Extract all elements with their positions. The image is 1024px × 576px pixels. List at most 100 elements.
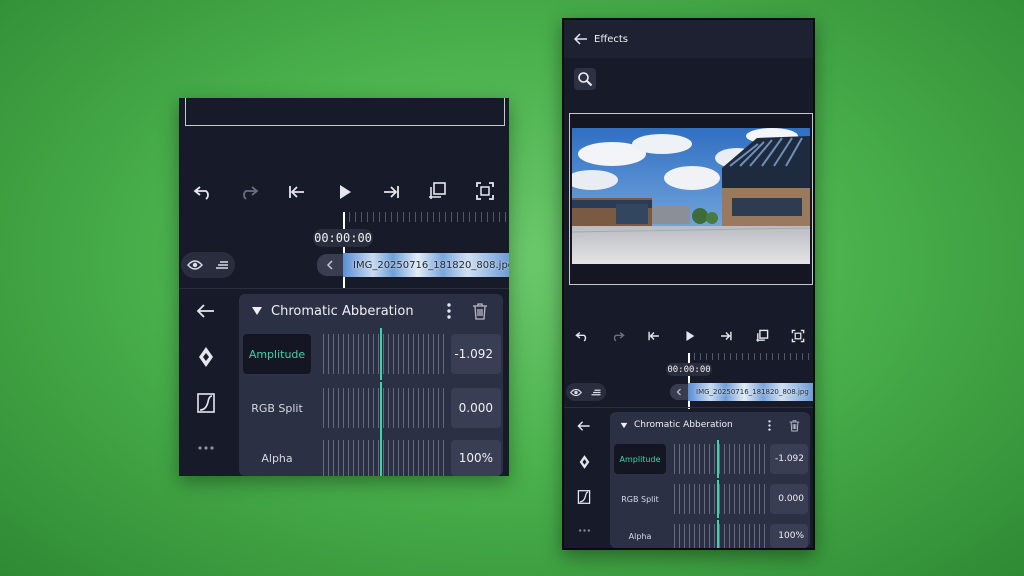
back-button[interactable] bbox=[572, 416, 596, 436]
skip-to-start-button[interactable] bbox=[283, 180, 311, 204]
param-slider-amplitude[interactable] bbox=[323, 334, 445, 374]
divider bbox=[179, 288, 509, 289]
header-back-button[interactable] bbox=[568, 20, 594, 58]
arrow-left-icon bbox=[196, 304, 214, 318]
effect-menu-button[interactable] bbox=[764, 418, 774, 432]
layers-icon bbox=[215, 261, 228, 269]
keyframe-button[interactable] bbox=[193, 344, 219, 370]
timecode-display: 00:00:00 bbox=[313, 229, 373, 247]
editor-screen-full: Effects 00:00:00 IMG_20250716_181820_808… bbox=[562, 18, 815, 550]
param-slider-alpha[interactable] bbox=[674, 524, 766, 548]
skip-start-icon bbox=[289, 186, 304, 198]
delete-effect-button[interactable] bbox=[469, 300, 491, 322]
collapse-triangle-icon bbox=[252, 307, 262, 315]
add-keyframe-button[interactable] bbox=[750, 325, 774, 347]
keyframe-copy-icon bbox=[429, 182, 446, 199]
editor-screen-zoomed: 00:00:00 IMG_20250716_181820_808.jpg Chr… bbox=[179, 98, 509, 476]
param-slider-marker bbox=[717, 480, 719, 518]
param-value-amplitude[interactable]: -1.092 bbox=[451, 334, 501, 374]
track-visibility-toggle[interactable] bbox=[181, 252, 235, 278]
video-preview[interactable] bbox=[569, 113, 813, 285]
fullscreen-button[interactable] bbox=[471, 178, 499, 204]
clip-collapse-button[interactable] bbox=[317, 254, 343, 276]
effects-header: Effects bbox=[564, 20, 813, 58]
skip-end-icon bbox=[384, 186, 399, 198]
timeline-ruler[interactable] bbox=[688, 353, 813, 360]
fullscreen-icon bbox=[791, 329, 805, 343]
trash-icon bbox=[789, 419, 799, 431]
param-slider-marker bbox=[380, 382, 382, 434]
play-button[interactable] bbox=[331, 180, 359, 204]
trash-icon bbox=[473, 303, 487, 320]
preview-image bbox=[572, 128, 810, 264]
param-label-amplitude[interactable]: Amplitude bbox=[243, 334, 311, 374]
undo-button[interactable] bbox=[570, 326, 594, 346]
param-slider-amplitude[interactable] bbox=[674, 444, 766, 474]
chevron-left-icon bbox=[326, 260, 333, 270]
more-options-button[interactable] bbox=[193, 438, 219, 458]
arrow-left-icon bbox=[577, 421, 590, 431]
undo-button[interactable] bbox=[189, 180, 217, 204]
chevron-left-icon bbox=[676, 388, 681, 396]
timeline-ruler[interactable] bbox=[343, 212, 509, 222]
keyframe-copy-icon bbox=[756, 329, 769, 342]
redo-button[interactable] bbox=[235, 180, 263, 204]
skip-end-icon bbox=[721, 331, 732, 341]
param-value-amplitude[interactable]: -1.092 bbox=[770, 444, 808, 474]
redo-icon bbox=[613, 331, 625, 342]
keyframe-button[interactable] bbox=[574, 452, 594, 472]
play-icon bbox=[686, 331, 695, 341]
param-label-rgb-split[interactable]: RGB Split bbox=[614, 484, 666, 514]
skip-to-end-button[interactable] bbox=[714, 326, 738, 346]
building-photo bbox=[572, 128, 810, 264]
play-icon bbox=[340, 185, 351, 199]
undo-icon bbox=[575, 331, 587, 342]
param-slider-rgb-split[interactable] bbox=[674, 484, 766, 514]
skip-to-end-button[interactable] bbox=[377, 180, 405, 204]
more-dots-icon bbox=[198, 446, 214, 450]
param-value-rgb-split[interactable]: 0.000 bbox=[451, 388, 501, 428]
undo-icon bbox=[193, 186, 209, 200]
redo-icon bbox=[243, 186, 259, 200]
effect-title: Chromatic Abberation bbox=[271, 303, 414, 319]
curve-icon bbox=[577, 490, 591, 504]
timeline-clip[interactable]: IMG_20250716_181820_808.jpg bbox=[343, 253, 509, 277]
more-options-button[interactable] bbox=[574, 524, 594, 536]
curve-button[interactable] bbox=[574, 487, 594, 507]
effect-menu-button[interactable] bbox=[441, 300, 457, 322]
fullscreen-button[interactable] bbox=[786, 325, 810, 347]
skip-start-icon bbox=[648, 331, 659, 341]
more-dots-icon bbox=[578, 528, 590, 532]
eye-icon bbox=[570, 388, 582, 396]
effect-title: Chromatic Abberation bbox=[634, 420, 733, 430]
param-slider-alpha[interactable] bbox=[323, 440, 445, 476]
param-label-rgb-split[interactable]: RGB Split bbox=[243, 388, 311, 428]
back-button[interactable] bbox=[191, 298, 221, 324]
param-label-alpha[interactable]: Alpha bbox=[614, 524, 666, 548]
arrow-left-icon bbox=[574, 33, 587, 45]
param-label-amplitude[interactable]: Amplitude bbox=[614, 444, 666, 474]
track-visibility-toggle[interactable] bbox=[566, 383, 606, 401]
zoom-button[interactable] bbox=[574, 68, 596, 90]
layers-icon bbox=[591, 389, 601, 395]
param-value-alpha[interactable]: 100% bbox=[770, 524, 808, 548]
add-keyframe-button[interactable] bbox=[423, 178, 451, 204]
curve-button[interactable] bbox=[193, 390, 219, 416]
param-slider-marker bbox=[717, 440, 719, 478]
delete-effect-button[interactable] bbox=[786, 417, 802, 433]
timeline-clip[interactable]: IMG_20250716_181820_808.jpg bbox=[688, 383, 813, 401]
timecode-display: 00:00:00 bbox=[666, 363, 712, 376]
effect-header[interactable]: Chromatic Abberation bbox=[620, 417, 760, 433]
param-slider-rgb-split[interactable] bbox=[323, 388, 445, 428]
effect-header[interactable]: Chromatic Abberation bbox=[251, 301, 431, 321]
clip-filename: IMG_20250716_181820_808.jpg bbox=[696, 388, 809, 396]
clip-filename: IMG_20250716_181820_808.jpg bbox=[353, 259, 509, 271]
clip-collapse-button[interactable] bbox=[670, 384, 688, 400]
param-value-alpha[interactable]: 100% bbox=[451, 440, 501, 476]
param-value-rgb-split[interactable]: 0.000 bbox=[770, 484, 808, 514]
redo-button[interactable] bbox=[606, 326, 630, 346]
play-button[interactable] bbox=[678, 326, 702, 346]
fullscreen-icon bbox=[476, 182, 494, 200]
param-label-alpha[interactable]: Alpha bbox=[243, 440, 311, 476]
skip-to-start-button[interactable] bbox=[642, 326, 666, 346]
